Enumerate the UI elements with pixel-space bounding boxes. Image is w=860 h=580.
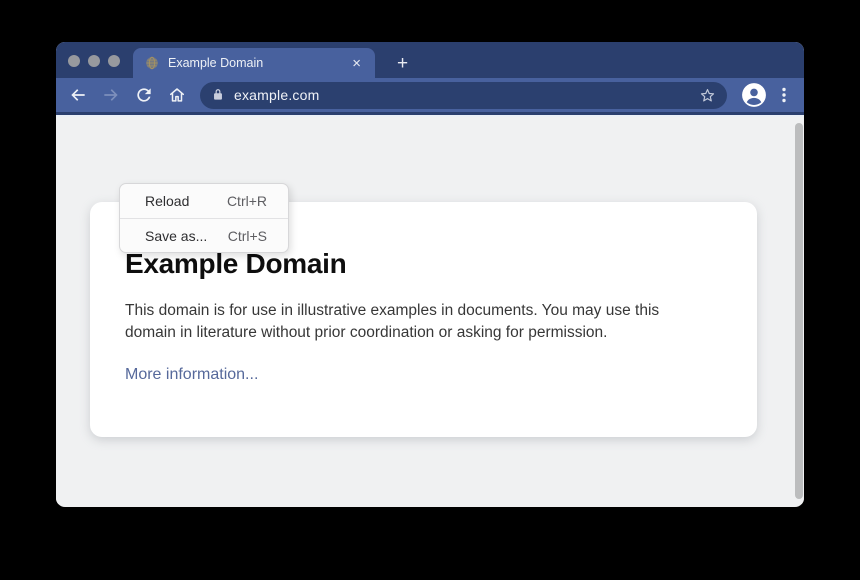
minimize-window-button[interactable] bbox=[88, 55, 100, 67]
forward-icon[interactable] bbox=[101, 85, 121, 105]
favicon-globe-icon bbox=[145, 56, 159, 70]
back-icon[interactable] bbox=[68, 85, 88, 105]
menu-item-label: Save as... bbox=[145, 228, 207, 244]
tab-example-domain[interactable]: Example Domain × bbox=[133, 48, 375, 78]
home-icon[interactable] bbox=[167, 85, 187, 105]
url-text[interactable]: example.com bbox=[234, 87, 698, 103]
menu-item-shortcut: Ctrl+R bbox=[227, 193, 267, 209]
close-window-button[interactable] bbox=[68, 55, 80, 67]
more-information-link[interactable]: More information... bbox=[125, 366, 258, 384]
scrollbar[interactable] bbox=[795, 123, 803, 499]
menu-item-shortcut: Ctrl+S bbox=[228, 228, 267, 244]
tab-title: Example Domain bbox=[168, 56, 348, 70]
context-menu-item-save-as[interactable]: Save as... Ctrl+S bbox=[120, 218, 288, 252]
address-bar[interactable]: example.com bbox=[200, 82, 727, 109]
tabstrip: Example Domain × + bbox=[56, 42, 804, 78]
context-menu-item-reload[interactable]: Reload Ctrl+R bbox=[120, 184, 288, 218]
window-controls bbox=[68, 55, 120, 67]
page-paragraph: This domain is for use in illustrative e… bbox=[125, 300, 710, 344]
context-menu: Reload Ctrl+R Save as... Ctrl+S bbox=[119, 183, 289, 253]
tab-close-icon[interactable]: × bbox=[348, 54, 365, 73]
navigation-toolbar: example.com bbox=[56, 78, 804, 115]
page-viewport: Example Domain This domain is for use in… bbox=[56, 115, 804, 504]
reload-icon[interactable] bbox=[134, 85, 154, 105]
profile-avatar-icon[interactable] bbox=[741, 82, 767, 108]
bookmark-star-icon[interactable] bbox=[698, 86, 717, 105]
lock-icon bbox=[211, 88, 225, 102]
kebab-menu-icon[interactable] bbox=[776, 86, 792, 104]
browser-window: Example Domain × + example.com bbox=[56, 42, 804, 507]
menu-item-label: Reload bbox=[145, 193, 189, 209]
scrollbar-thumb[interactable] bbox=[795, 123, 803, 499]
new-tab-button[interactable]: + bbox=[397, 54, 408, 73]
maximize-window-button[interactable] bbox=[108, 55, 120, 67]
